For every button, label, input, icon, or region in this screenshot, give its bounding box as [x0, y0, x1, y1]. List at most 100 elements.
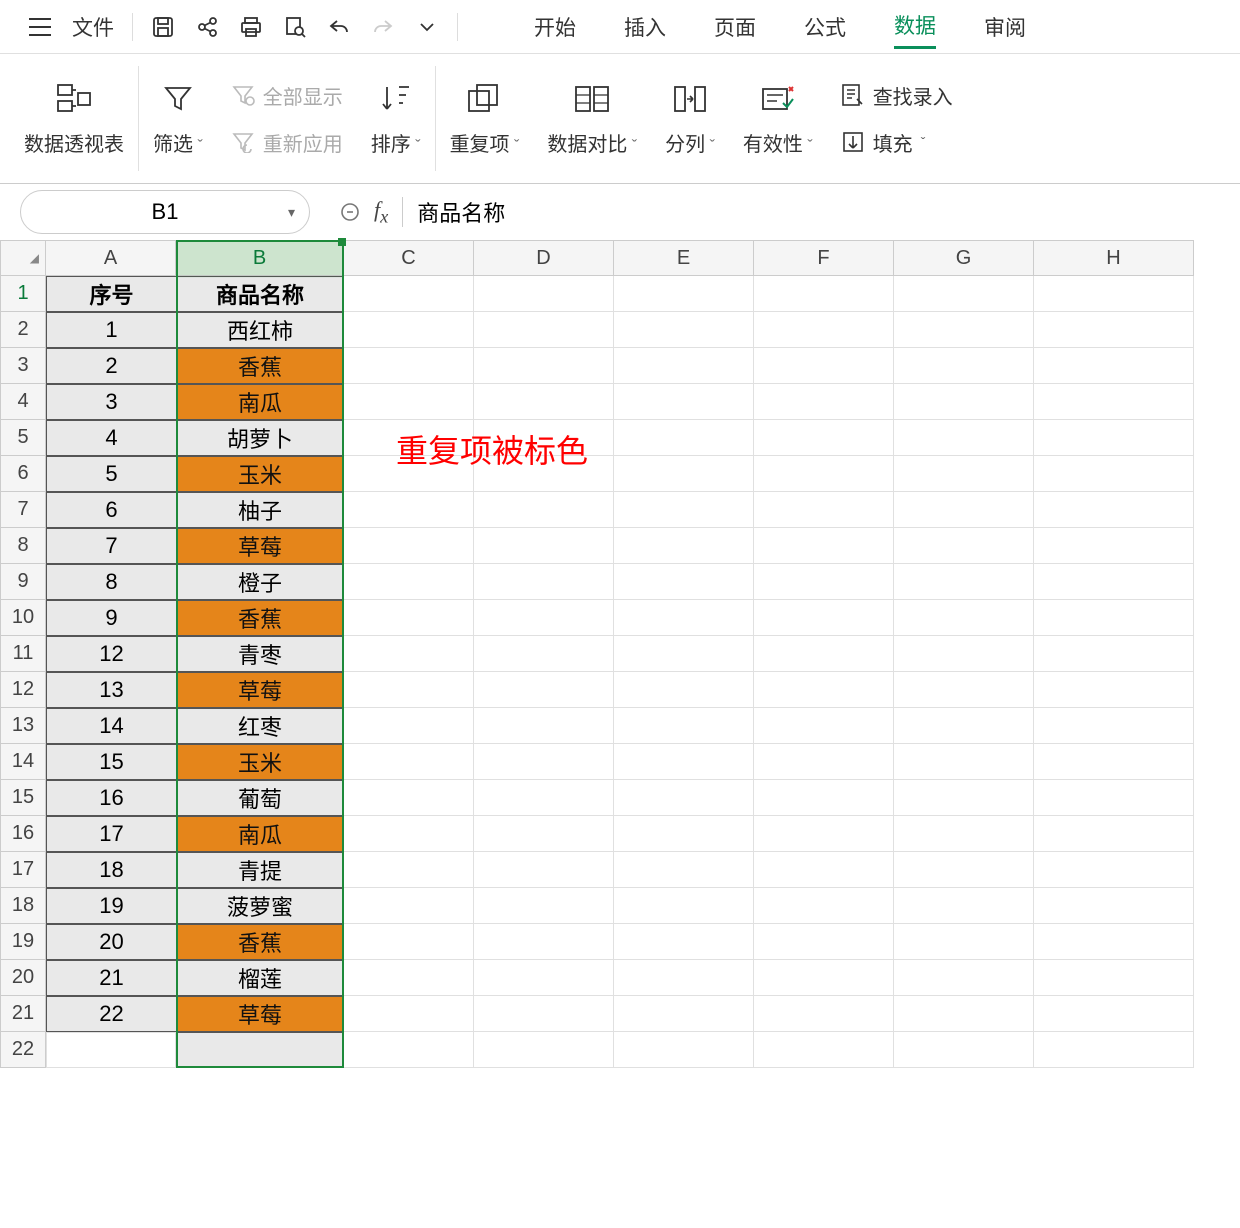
- cell-F16[interactable]: [754, 816, 894, 852]
- cell-B17[interactable]: 青提: [176, 852, 344, 888]
- cell-E11[interactable]: [614, 636, 754, 672]
- cell-A6[interactable]: 5: [46, 456, 176, 492]
- cell-F17[interactable]: [754, 852, 894, 888]
- cell-D3[interactable]: [474, 348, 614, 384]
- cell-G2[interactable]: [894, 312, 1034, 348]
- cell-C2[interactable]: [344, 312, 474, 348]
- cell-F1[interactable]: [754, 276, 894, 312]
- formula-bar[interactable]: fx 商品名称: [330, 190, 1220, 234]
- cell-D2[interactable]: [474, 312, 614, 348]
- cell-G12[interactable]: [894, 672, 1034, 708]
- cell-E21[interactable]: [614, 996, 754, 1032]
- col-header-C[interactable]: C: [344, 240, 474, 276]
- cell-B9[interactable]: 橙子: [176, 564, 344, 600]
- cell-B21[interactable]: 草莓: [176, 996, 344, 1032]
- cell-G14[interactable]: [894, 744, 1034, 780]
- cell-B2[interactable]: 西红柿: [176, 312, 344, 348]
- cell-D6[interactable]: [474, 456, 614, 492]
- cell-E13[interactable]: [614, 708, 754, 744]
- more-dropdown-icon[interactable]: [407, 7, 447, 47]
- cell-D15[interactable]: [474, 780, 614, 816]
- formula-content[interactable]: 商品名称: [417, 196, 505, 228]
- cell-E7[interactable]: [614, 492, 754, 528]
- cell-H13[interactable]: [1034, 708, 1194, 744]
- cell-H8[interactable]: [1034, 528, 1194, 564]
- cell-F4[interactable]: [754, 384, 894, 420]
- cell-F9[interactable]: [754, 564, 894, 600]
- row-header-8[interactable]: 8: [0, 528, 46, 564]
- fill-button[interactable]: 填充 ˇ: [841, 128, 953, 157]
- cell-F7[interactable]: [754, 492, 894, 528]
- cell-F10[interactable]: [754, 600, 894, 636]
- cancel-icon[interactable]: [340, 202, 360, 222]
- cell-B1[interactable]: 商品名称: [176, 276, 344, 312]
- cell-G6[interactable]: [894, 456, 1034, 492]
- cell-E14[interactable]: [614, 744, 754, 780]
- cell-A15[interactable]: 16: [46, 780, 176, 816]
- row-header-9[interactable]: 9: [0, 564, 46, 600]
- tab-formula[interactable]: 公式: [804, 6, 846, 48]
- tab-review[interactable]: 审阅: [984, 6, 1026, 48]
- cell-H6[interactable]: [1034, 456, 1194, 492]
- cell-H14[interactable]: [1034, 744, 1194, 780]
- name-box[interactable]: B1 ▾: [20, 190, 310, 234]
- cell-G22[interactable]: [894, 1032, 1034, 1068]
- sort-button[interactable]: 排序: [357, 54, 435, 183]
- row-header-12[interactable]: 12: [0, 672, 46, 708]
- cell-H17[interactable]: [1034, 852, 1194, 888]
- cell-D9[interactable]: [474, 564, 614, 600]
- col-header-D[interactable]: D: [474, 240, 614, 276]
- cell-A12[interactable]: 13: [46, 672, 176, 708]
- cell-E12[interactable]: [614, 672, 754, 708]
- cell-B19[interactable]: 香蕉: [176, 924, 344, 960]
- cell-H7[interactable]: [1034, 492, 1194, 528]
- cell-C22[interactable]: [344, 1032, 474, 1068]
- cell-C10[interactable]: [344, 600, 474, 636]
- row-header-6[interactable]: 6: [0, 456, 46, 492]
- tab-data[interactable]: 数据: [894, 4, 936, 49]
- cell-C15[interactable]: [344, 780, 474, 816]
- cell-C4[interactable]: [344, 384, 474, 420]
- col-header-B[interactable]: B: [176, 240, 344, 276]
- cell-H22[interactable]: [1034, 1032, 1194, 1068]
- col-header-E[interactable]: E: [614, 240, 754, 276]
- cell-D4[interactable]: [474, 384, 614, 420]
- row-header-14[interactable]: 14: [0, 744, 46, 780]
- cell-A7[interactable]: 6: [46, 492, 176, 528]
- cell-D18[interactable]: [474, 888, 614, 924]
- cell-G15[interactable]: [894, 780, 1034, 816]
- print-icon[interactable]: [231, 7, 271, 47]
- cell-E6[interactable]: [614, 456, 754, 492]
- cell-A14[interactable]: 15: [46, 744, 176, 780]
- cell-F5[interactable]: [754, 420, 894, 456]
- row-header-13[interactable]: 13: [0, 708, 46, 744]
- cell-E22[interactable]: [614, 1032, 754, 1068]
- cell-H15[interactable]: [1034, 780, 1194, 816]
- cell-A22[interactable]: [46, 1032, 176, 1068]
- row-header-16[interactable]: 16: [0, 816, 46, 852]
- validation-button[interactable]: 有效性: [729, 54, 827, 183]
- cell-A4[interactable]: 3: [46, 384, 176, 420]
- col-header-F[interactable]: F: [754, 240, 894, 276]
- cell-A13[interactable]: 14: [46, 708, 176, 744]
- cell-F3[interactable]: [754, 348, 894, 384]
- cell-H4[interactable]: [1034, 384, 1194, 420]
- cell-C11[interactable]: [344, 636, 474, 672]
- cell-A10[interactable]: 9: [46, 600, 176, 636]
- cell-F20[interactable]: [754, 960, 894, 996]
- cell-B10[interactable]: 香蕉: [176, 600, 344, 636]
- cell-B5[interactable]: 胡萝卜: [176, 420, 344, 456]
- cell-D21[interactable]: [474, 996, 614, 1032]
- cell-E17[interactable]: [614, 852, 754, 888]
- cell-A11[interactable]: 12: [46, 636, 176, 672]
- cell-A20[interactable]: 21: [46, 960, 176, 996]
- cell-H18[interactable]: [1034, 888, 1194, 924]
- share-icon[interactable]: [187, 7, 227, 47]
- cell-B15[interactable]: 葡萄: [176, 780, 344, 816]
- cell-H16[interactable]: [1034, 816, 1194, 852]
- cell-C14[interactable]: [344, 744, 474, 780]
- cell-G18[interactable]: [894, 888, 1034, 924]
- cell-E19[interactable]: [614, 924, 754, 960]
- cell-G9[interactable]: [894, 564, 1034, 600]
- cell-C16[interactable]: [344, 816, 474, 852]
